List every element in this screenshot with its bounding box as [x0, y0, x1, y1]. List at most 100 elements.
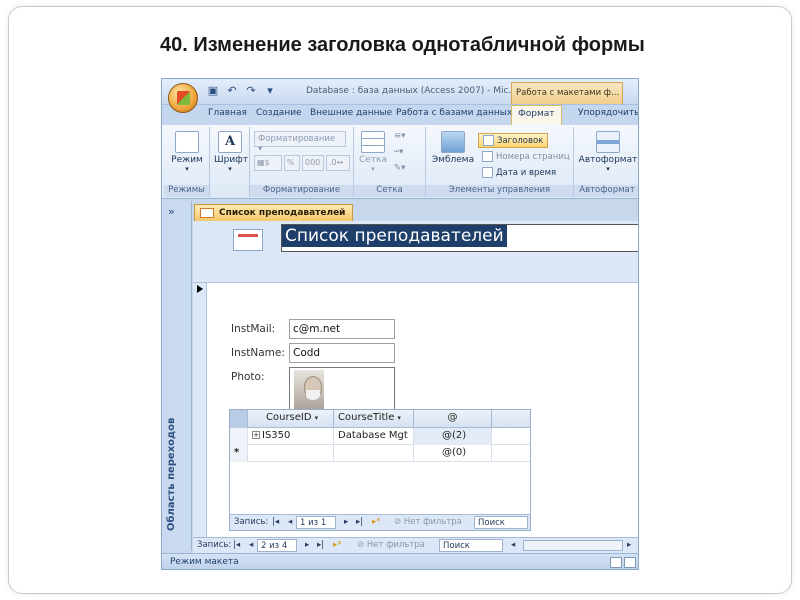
- nav-toggle-icon[interactable]: »: [168, 205, 175, 218]
- form-view-icon[interactable]: [610, 557, 622, 568]
- course-id-text: IS350: [262, 430, 291, 441]
- date-time-button[interactable]: Дата и время: [482, 167, 556, 178]
- group-formatting: Форматирование ▾ ▦$ % 000 .0↔ Форматиров…: [250, 127, 354, 197]
- column-header-courseid[interactable]: CourseID ▾: [248, 410, 334, 428]
- font-button[interactable]: A Шрифт ▾: [214, 131, 249, 173]
- record-selector[interactable]: [193, 283, 207, 551]
- line-type-icon[interactable]: ┅▾: [394, 147, 403, 157]
- undo-icon[interactable]: ↶: [225, 84, 239, 98]
- prev-record-icon[interactable]: ◂: [249, 540, 253, 550]
- chevron-down-icon: ▾: [314, 414, 319, 422]
- scroll-right-icon[interactable]: ▸: [627, 540, 631, 550]
- horizontal-scrollbar[interactable]: [523, 540, 623, 551]
- attachment-cell[interactable]: @(2): [414, 428, 492, 445]
- tab-home[interactable]: Главная: [208, 108, 247, 118]
- layout-view-icon[interactable]: [624, 557, 636, 568]
- select-all-cell[interactable]: [230, 410, 248, 428]
- access-window: ▣ ↶ ↷ ▾ Database : база данных (Access 2…: [161, 78, 639, 570]
- font-button-label: Шрифт: [214, 155, 249, 165]
- column-label-courseid: CourseID: [266, 412, 312, 423]
- column-label-coursetitle: CourseTitle: [338, 412, 395, 423]
- currency-button[interactable]: ▦$: [254, 155, 282, 171]
- title-button[interactable]: Заголовок: [478, 133, 549, 148]
- office-button[interactable]: [168, 83, 198, 113]
- gridlines-label: Сетка: [358, 155, 387, 165]
- new-record-icon[interactable]: ▸*: [372, 517, 381, 527]
- first-record-icon[interactable]: |◂: [233, 540, 240, 550]
- window-title: Database : база данных (Access 2007) - M…: [306, 86, 518, 96]
- instmail-field[interactable]: c@m.net: [289, 319, 395, 339]
- logo-button[interactable]: Эмблема: [430, 131, 476, 165]
- table-row-new[interactable]: * @(0): [230, 445, 530, 462]
- view-button-label: Режим: [171, 155, 203, 165]
- new-row-marker[interactable]: *: [230, 445, 248, 462]
- group-label-gridlines: Сетка: [354, 185, 425, 197]
- course-id-cell[interactable]: [248, 445, 334, 462]
- group-views: Режим ▾ Режимы: [164, 127, 210, 197]
- search-field[interactable]: Поиск: [439, 539, 503, 552]
- record-position[interactable]: 2 из 4: [257, 539, 297, 552]
- form-logo-icon[interactable]: [233, 229, 263, 251]
- form-title[interactable]: Список преподавателей: [282, 225, 507, 247]
- filter-indicator[interactable]: ⊘ Нет фильтра: [394, 517, 462, 527]
- expand-icon[interactable]: +: [252, 431, 260, 439]
- record-position[interactable]: 1 из 1: [296, 516, 336, 529]
- scroll-left-icon[interactable]: ◂: [511, 540, 515, 550]
- table-row[interactable]: + IS350 Database Mgt @(2): [230, 428, 530, 445]
- new-record-icon[interactable]: ▸*: [333, 540, 342, 550]
- subform-record-navigator: Запись: |◂ ◂ 1 из 1 ▸ ▸| ▸* ⊘ Нет фильтр…: [230, 514, 530, 530]
- row-selector[interactable]: [230, 428, 248, 445]
- nav-pane-label: Область переходов: [166, 417, 177, 531]
- autoformat-button[interactable]: Автоформат ▾: [578, 131, 638, 173]
- tab-database-tools[interactable]: Работа с базами данных: [396, 108, 512, 118]
- formatting-combo-text: Форматирование: [258, 134, 336, 144]
- instname-field[interactable]: Codd: [289, 343, 395, 363]
- form-title-box[interactable]: Список преподавателей: [281, 224, 638, 252]
- group-label-formatting: Форматирование: [250, 185, 353, 197]
- slide-title: 40. Изменение заголовка однотабличной фо…: [160, 34, 645, 56]
- line-color-icon[interactable]: ✎▾: [394, 163, 405, 173]
- percent-button[interactable]: %: [284, 155, 300, 171]
- attachment-cell[interactable]: @(0): [414, 445, 492, 462]
- course-id-cell[interactable]: + IS350: [248, 428, 334, 445]
- next-record-icon[interactable]: ▸: [344, 517, 348, 527]
- thousands-button[interactable]: 000: [302, 155, 324, 171]
- photo-label: Photo:: [231, 371, 265, 383]
- search-field[interactable]: Поиск: [474, 516, 528, 529]
- title-button-label: Заголовок: [497, 135, 544, 146]
- save-icon[interactable]: ▣: [206, 84, 220, 98]
- gridlines-button[interactable]: Сетка ▾: [356, 131, 390, 173]
- next-record-icon[interactable]: ▸: [305, 540, 309, 550]
- group-label-autoformat: Автоформат: [574, 185, 638, 197]
- navigation-pane[interactable]: » Область переходов: [162, 201, 192, 551]
- title-bar: ▣ ↶ ↷ ▾ Database : база данных (Access 2…: [162, 79, 638, 105]
- first-record-icon[interactable]: |◂: [272, 517, 279, 527]
- portrait-beard: [306, 390, 320, 400]
- document-tab[interactable]: Список преподавателей: [194, 204, 353, 221]
- prev-record-icon[interactable]: ◂: [288, 517, 292, 527]
- title-icon: [483, 135, 494, 146]
- decimal-button[interactable]: .0↔: [326, 155, 350, 171]
- column-header-attachment[interactable]: @: [414, 410, 492, 428]
- filter-indicator[interactable]: ⊘ Нет фильтра: [357, 540, 425, 550]
- tab-arrange[interactable]: Упорядочить: [578, 108, 638, 118]
- current-record-icon: [197, 285, 203, 293]
- redo-icon[interactable]: ↷: [244, 84, 258, 98]
- page-numbers-button[interactable]: Номера страниц: [482, 151, 570, 162]
- view-button[interactable]: Режим ▾: [170, 131, 204, 173]
- record-nav-label: Запись:: [197, 540, 232, 550]
- no-filter-icon: ⊘: [357, 540, 367, 550]
- last-record-icon[interactable]: ▸|: [356, 517, 363, 527]
- qat-dropdown-icon[interactable]: ▾: [263, 84, 277, 98]
- line-width-icon[interactable]: ≡▾: [394, 131, 405, 141]
- tab-format[interactable]: Формат: [511, 105, 562, 125]
- formatting-combo[interactable]: Форматирование ▾: [254, 131, 346, 154]
- course-title-cell[interactable]: Database Mgt: [334, 428, 414, 445]
- view-icon: [175, 131, 199, 153]
- grid-icon: [361, 131, 385, 153]
- tab-create[interactable]: Создание: [256, 108, 302, 118]
- last-record-icon[interactable]: ▸|: [317, 540, 324, 550]
- column-header-coursetitle[interactable]: CourseTitle ▾: [334, 410, 414, 428]
- course-title-cell[interactable]: [334, 445, 414, 462]
- tab-external-data[interactable]: Внешние данные: [310, 108, 392, 118]
